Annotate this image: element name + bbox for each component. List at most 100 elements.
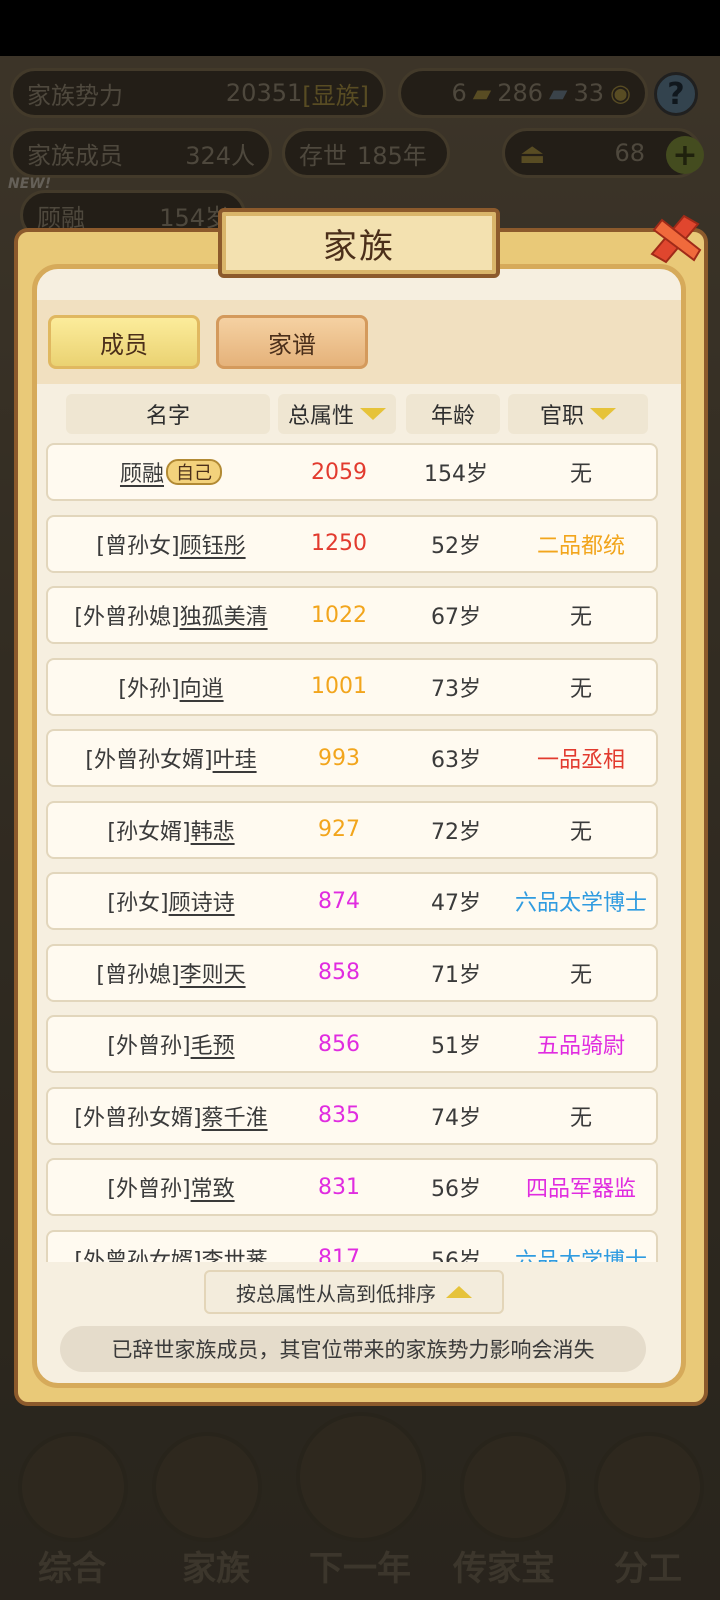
header-age-label: 年龄	[430, 404, 475, 429]
member-office: 五品骑尉	[536, 1034, 625, 1059]
member-age: 47岁	[431, 891, 481, 916]
member-age: 56岁	[431, 1248, 481, 1263]
member-total-attr: 817	[318, 1246, 360, 1262]
member-office: 六品太学博士	[514, 891, 647, 916]
member-total-attr: 1250	[311, 531, 367, 556]
member-name-link[interactable]: 李则天	[180, 957, 246, 989]
member-office: 二品都统	[536, 533, 625, 559]
member-age: 63岁	[431, 748, 481, 773]
member-total-attr: 1022	[311, 602, 367, 628]
tab-members[interactable]: 成员	[48, 315, 200, 369]
member-relation: [外曾孙女婿]	[74, 1105, 202, 1131]
filter-down-icon	[590, 408, 616, 420]
member-total-attr: 856	[318, 1031, 360, 1057]
header-office-label: 官职	[539, 404, 584, 429]
member-relation: [孙女]	[107, 891, 169, 916]
member-office: 无	[569, 676, 592, 702]
member-relation: [外曾孙媳]	[74, 605, 180, 630]
self-badge: 自己	[166, 459, 222, 485]
member-age: 74岁	[431, 1105, 481, 1131]
tab-genealogy[interactable]: 家谱	[216, 315, 368, 369]
member-name-cell: [曾孙媳] 李则天	[48, 946, 294, 1000]
member-list[interactable]: 顾融 自己 2059 154岁无 [曾孙女] 顾钰彤 1250 52岁 二品都统 [外曾孙媳] 独孤…	[44, 442, 660, 1262]
member-office: 一品丞相	[536, 748, 625, 773]
member-name-link[interactable]: 常致	[191, 1171, 235, 1203]
member-name-link[interactable]: 顾钰彤	[180, 528, 246, 560]
member-relation: [孙女婿]	[107, 819, 191, 845]
notice-banner: 已辞世家族成员，其官位带来的家族势力影响会消失	[60, 1326, 646, 1372]
table-header: 名字 总属性 年龄 官职	[66, 394, 648, 434]
header-attr-label: 总属性	[287, 404, 354, 429]
table-row[interactable]: [外曾孙女婿] 李世蕃 817 56岁 六品太学博士	[46, 1229, 658, 1263]
dialog-title: 家族	[218, 208, 500, 278]
member-age: 72岁	[431, 819, 481, 845]
table-row[interactable]: [曾孙女] 顾钰彤 1250 52岁 二品都统	[46, 514, 658, 573]
header-attr[interactable]: 总属性	[278, 394, 396, 434]
sort-down-icon	[360, 408, 386, 420]
member-name-link[interactable]: 叶珪	[213, 742, 257, 774]
member-name-link[interactable]: 蔡千淮	[202, 1100, 268, 1132]
member-relation: [曾孙媳]	[96, 962, 180, 988]
member-total-attr: 927	[318, 817, 360, 842]
member-relation: [外曾孙]	[107, 1177, 191, 1202]
member-office: 无	[569, 1105, 592, 1131]
member-office: 无	[569, 462, 592, 487]
member-name-cell: [曾孙女] 顾钰彤	[48, 517, 294, 571]
member-relation: [外孙]	[118, 676, 180, 702]
member-relation: [外曾孙]	[107, 1034, 191, 1059]
member-name-link[interactable]: 顾诗诗	[169, 885, 235, 917]
table-row[interactable]: [外曾孙] 毛预 856 51岁 五品骑尉	[46, 1015, 658, 1073]
close-icon[interactable]	[644, 210, 706, 272]
member-age: 71岁	[431, 962, 481, 988]
member-age: 52岁	[431, 533, 481, 559]
member-name-cell: [外曾孙] 毛预	[48, 1017, 294, 1071]
member-total-attr: 1001	[311, 674, 367, 699]
member-relation: [外曾孙女婿]	[74, 1248, 202, 1263]
member-office: 六品太学博士	[514, 1248, 647, 1263]
table-row[interactable]: [外曾孙] 常致 831 56岁 四品军器监	[46, 1158, 658, 1216]
sort-order-button[interactable]: 按总属性从高到低排序	[204, 1270, 504, 1314]
sort-order-label: 按总属性从高到低排序	[236, 1281, 436, 1306]
table-row[interactable]: [外孙] 向逍 1001 73岁 无	[46, 657, 658, 716]
header-name: 名字	[66, 394, 270, 434]
member-name-cell: [外曾孙女婿] 李世蕃	[48, 1232, 294, 1263]
member-name-link[interactable]: 韩悲	[191, 814, 235, 846]
member-total-attr: 858	[318, 960, 360, 985]
table-row[interactable]: [孙女] 顾诗诗 874 47岁 六品太学博士	[46, 872, 658, 930]
table-row[interactable]: [外曾孙女婿] 叶珪 993 63岁 一品丞相	[46, 729, 658, 787]
member-relation: [曾孙女]	[96, 533, 180, 559]
member-relation: [外曾孙女婿]	[85, 748, 213, 773]
member-office: 无	[569, 605, 592, 630]
member-name-cell: [孙女婿] 韩悲	[48, 803, 294, 857]
member-name-cell: 顾融 自己	[48, 445, 294, 499]
member-office: 无	[569, 962, 592, 988]
table-row[interactable]: [外曾孙女婿] 蔡千淮 835 74岁 无	[46, 1086, 658, 1145]
member-name-link[interactable]: 向逍	[180, 671, 224, 703]
member-name-cell: [外曾孙女婿] 蔡千淮	[48, 1089, 294, 1143]
member-age: 51岁	[431, 1034, 481, 1059]
status-bar	[0, 0, 720, 56]
member-age: 73岁	[431, 676, 481, 702]
table-row[interactable]: [曾孙媳] 李则天 858 71岁 无	[46, 943, 658, 1002]
table-row[interactable]: 顾融 自己 2059 154岁 无	[46, 443, 658, 501]
member-name-link[interactable]: 顾融	[120, 456, 164, 488]
table-row[interactable]: [孙女婿] 韩悲 927 72岁 无	[46, 800, 658, 859]
member-name-cell: [外孙] 向逍	[48, 660, 294, 714]
member-total-attr: 874	[318, 888, 360, 914]
table-row[interactable]: [外曾孙媳] 独孤美清 1022 67岁 无	[46, 586, 658, 644]
member-age: 56岁	[431, 1177, 481, 1202]
member-total-attr: 831	[318, 1174, 360, 1200]
header-age[interactable]: 年龄	[406, 394, 500, 434]
member-name-link[interactable]: 独孤美清	[180, 599, 268, 631]
member-name-cell: [外曾孙媳] 独孤美清	[48, 588, 294, 642]
member-total-attr: 835	[318, 1103, 360, 1128]
header-office[interactable]: 官职	[508, 394, 648, 434]
header-name-label: 名字	[145, 404, 190, 429]
member-age: 154岁	[424, 462, 488, 487]
member-name-cell: [外曾孙女婿] 叶珪	[48, 731, 294, 785]
sort-up-icon	[446, 1286, 472, 1298]
member-total-attr: 993	[318, 745, 360, 771]
member-name-link[interactable]: 李世蕃	[202, 1243, 268, 1263]
member-name-cell: [孙女] 顾诗诗	[48, 874, 294, 928]
member-name-link[interactable]: 毛预	[191, 1028, 235, 1060]
